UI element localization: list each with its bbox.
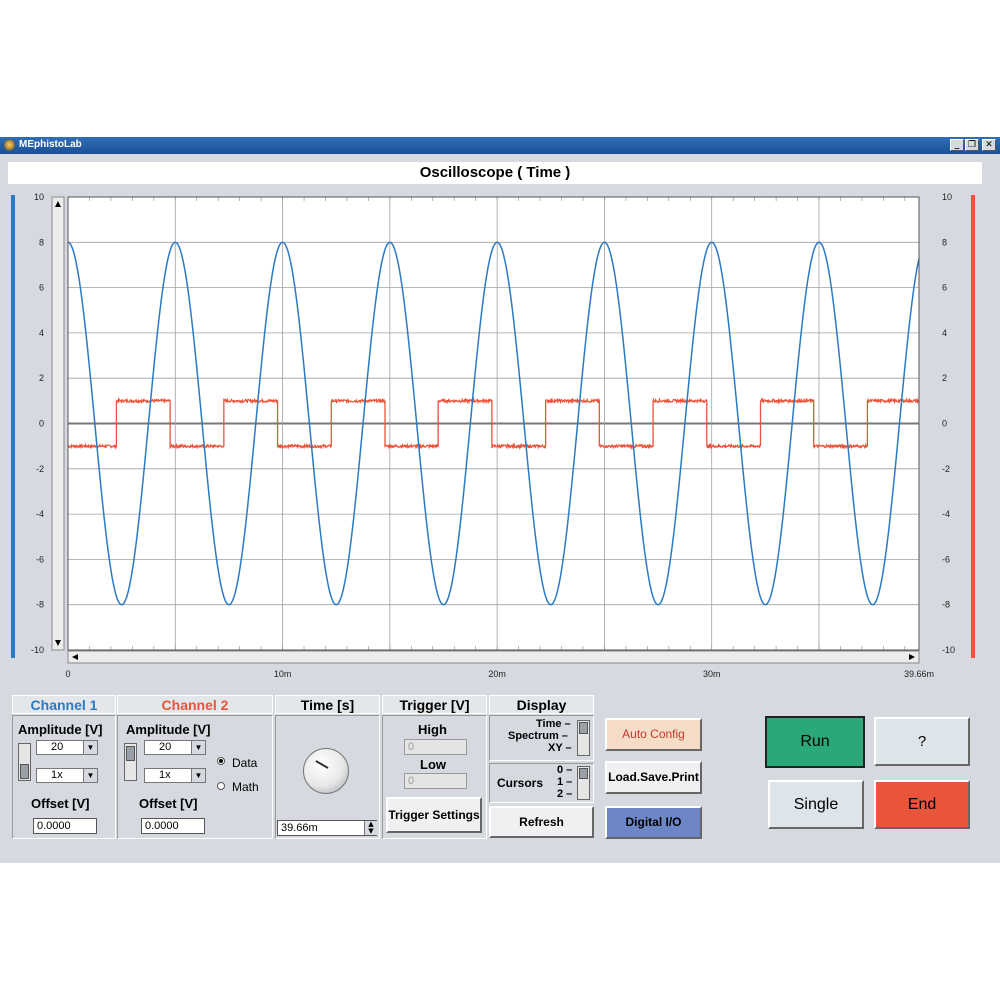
channel2-header: Channel 2 (117, 695, 273, 714)
channel1-amplitude-select[interactable]: 20 ▼ (36, 740, 98, 755)
scope-title-bar: Oscilloscope ( Time ) (8, 162, 982, 184)
channel1-amplitude-value: 20 (51, 741, 64, 753)
display-mode-switch[interactable] (577, 720, 590, 756)
channel2-amplitude-select[interactable]: 20 ▼ (144, 740, 206, 755)
minimize-button[interactable]: _ (950, 139, 964, 151)
auto-config-button[interactable]: Auto Config (605, 718, 702, 751)
data-radio[interactable] (217, 757, 225, 765)
digital-io-button[interactable]: Digital I/O (605, 806, 702, 839)
app-icon (3, 139, 16, 152)
channel2-amplitude-slider[interactable] (124, 743, 137, 781)
run-button[interactable]: Run (765, 716, 865, 768)
trigger-high-input[interactable]: 0 (404, 739, 467, 755)
time-value-input[interactable]: 39.66m (277, 820, 377, 836)
channel1-offset-input[interactable]: 0.0000 (33, 818, 97, 834)
trigger-header: Trigger [V] (382, 695, 487, 714)
chevron-down-icon: ▼ (83, 769, 97, 782)
cursors-switch[interactable] (577, 766, 590, 800)
cursor-0-label: 0 – (557, 764, 573, 776)
display-header: Display (489, 695, 594, 714)
channel1-offset-label: Offset [V] (31, 796, 90, 811)
single-button[interactable]: Single (768, 780, 864, 829)
load-save-print-button[interactable]: Load.Save.Print (605, 761, 702, 794)
mode-xy-label: XY – (548, 742, 572, 754)
time-spinner[interactable]: ▲ ▼ (364, 821, 377, 835)
channel2-offset-input[interactable]: 0.0000 (141, 818, 205, 834)
help-button[interactable]: ? (874, 717, 970, 766)
title-bar: MEphistoLab _ ❐ ✕ (0, 137, 1000, 154)
window-title: MEphistoLab (19, 139, 82, 150)
cursor-1-label: 1 – (557, 776, 573, 788)
mode-spectrum-label: Spectrum – (508, 730, 568, 742)
channel2-amplitude-label: Amplitude [V] (126, 722, 211, 737)
chevron-down-icon: ▼ (83, 741, 97, 754)
channel1-header: Channel 1 (12, 695, 116, 714)
time-header: Time [s] (275, 695, 380, 714)
channel2-probe-select[interactable]: 1x ▼ (144, 768, 206, 783)
cursor-2-label: 2 – (557, 788, 573, 800)
mode-time-label: Time – (536, 718, 571, 730)
time-knob[interactable] (303, 748, 349, 794)
trigger-low-label: Low (420, 757, 446, 772)
trigger-settings-button[interactable]: Trigger Settings (386, 797, 482, 833)
chevron-down-icon: ▼ (191, 741, 205, 754)
trigger-high-label: High (418, 722, 447, 737)
channel1-probe-value: 1x (51, 769, 63, 781)
channel1-amplitude-slider[interactable] (18, 743, 31, 781)
channel2-amplitude-value: 20 (159, 741, 172, 753)
channel1-amplitude-label: Amplitude [V] (18, 722, 103, 737)
restore-button[interactable]: ❐ (965, 139, 979, 151)
chevron-down-icon: ▼ (191, 769, 205, 782)
refresh-button[interactable]: Refresh (489, 806, 594, 838)
data-option-label: Data (232, 756, 258, 770)
end-button[interactable]: End (874, 780, 970, 829)
cursors-label: Cursors (497, 776, 544, 790)
page-title: Oscilloscope ( Time ) (419, 164, 571, 181)
math-radio[interactable] (217, 782, 225, 790)
close-button[interactable]: ✕ (982, 139, 996, 151)
math-option-label: Math (232, 780, 259, 794)
channel2-probe-value: 1x (159, 769, 171, 781)
channel1-probe-select[interactable]: 1x ▼ (36, 768, 98, 783)
trigger-low-input[interactable]: 0 (404, 773, 467, 789)
channel2-offset-label: Offset [V] (139, 796, 198, 811)
